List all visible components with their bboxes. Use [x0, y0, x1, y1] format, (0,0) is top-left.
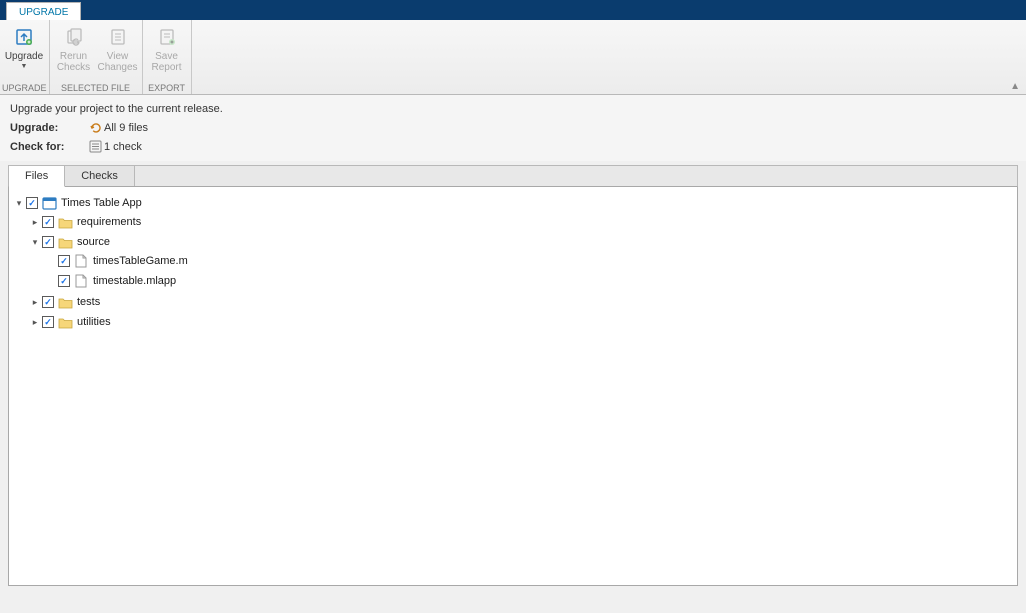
folder-icon [57, 295, 73, 309]
info-panel: Upgrade your project to the current rele… [0, 95, 1026, 161]
check-for-label: Check for: [10, 141, 86, 153]
upgrade-value: All 9 files [104, 122, 148, 134]
refresh-icon [86, 121, 104, 134]
title-bar: UPGRADE [0, 0, 1026, 20]
ribbon-group-label: EXPORT [145, 82, 189, 94]
dropdown-arrow-icon: ▼ [21, 63, 28, 71]
ribbon-group-export: SaveReport EXPORT [143, 20, 192, 94]
tree-node-label[interactable]: tests [77, 296, 100, 308]
save-icon [158, 25, 176, 49]
file-icon [73, 274, 89, 288]
file-icon [73, 254, 89, 268]
tab-files[interactable]: Files [9, 166, 65, 187]
checkbox[interactable] [42, 316, 54, 328]
project-icon [41, 196, 57, 210]
ribbon-group-label: SELECTED FILE [52, 82, 140, 94]
view-changes-button: ViewChanges [96, 23, 140, 82]
upgrade-label: Upgrade: [10, 122, 86, 134]
upgrade-button-label: Upgrade [5, 51, 43, 62]
ribbon-group-label: UPGRADE [2, 82, 47, 94]
checkbox[interactable] [42, 296, 54, 308]
expander-icon[interactable]: ▸ [29, 217, 41, 228]
folder-icon [57, 215, 73, 229]
folder-icon [57, 235, 73, 249]
ribbon-group-selected-file: RerunChecks ViewChanges SELECTED FILE [50, 20, 143, 94]
rerun-icon [65, 25, 83, 49]
list-icon [86, 140, 104, 153]
tree-node-label[interactable]: Times Table App [61, 197, 142, 209]
tree-node-label[interactable]: requirements [77, 216, 141, 228]
tab-checks[interactable]: Checks [65, 166, 135, 186]
tree-node-label[interactable]: source [77, 236, 110, 248]
ribbon-collapse-button[interactable]: ▲ [1010, 81, 1020, 92]
check-for-value: 1 check [104, 141, 142, 153]
checkbox[interactable] [42, 236, 54, 248]
rerun-checks-button: RerunChecks [52, 23, 96, 82]
upgrade-icon [15, 25, 33, 49]
expander-icon[interactable]: ▾ [13, 198, 25, 209]
ribbon-tab-upgrade[interactable]: UPGRADE [6, 2, 81, 20]
ribbon: Upgrade ▼ UPGRADE RerunChecks ViewChange… [0, 20, 1026, 95]
expander-icon[interactable]: ▾ [29, 237, 41, 248]
status-text: Upgrade your project to the current rele… [10, 103, 1016, 115]
upgrade-button[interactable]: Upgrade ▼ [2, 23, 46, 82]
ribbon-group-upgrade: Upgrade ▼ UPGRADE [0, 20, 50, 94]
checkbox[interactable] [58, 275, 70, 287]
checkbox[interactable] [58, 255, 70, 267]
checkbox[interactable] [42, 216, 54, 228]
panel-tabs: Files Checks [8, 165, 1018, 187]
file-tree: ▾ Times Table App ▸ requirements [13, 193, 1013, 333]
tree-node-label[interactable]: timestable.mlapp [93, 275, 176, 287]
tree-node-label[interactable]: timesTableGame.m [93, 255, 188, 267]
save-report-button: SaveReport [145, 23, 189, 82]
view-icon [109, 25, 127, 49]
checkbox[interactable] [26, 197, 38, 209]
tree-node-label[interactable]: utilities [77, 316, 111, 328]
folder-icon [57, 315, 73, 329]
expander-icon[interactable]: ▸ [29, 297, 41, 308]
file-tree-panel: ▾ Times Table App ▸ requirements [8, 187, 1018, 586]
expander-icon[interactable]: ▸ [29, 317, 41, 328]
